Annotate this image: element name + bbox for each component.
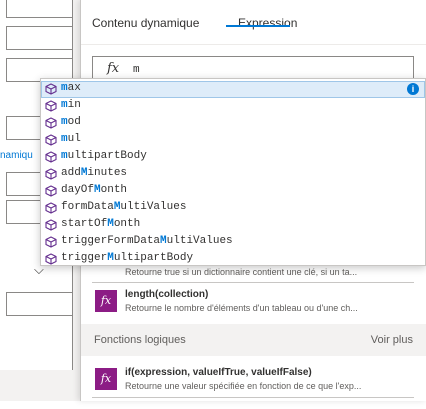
autocomplete-item[interactable]: addMinutes [41,166,425,183]
autocomplete-item[interactable]: triggerFormDataMultiValues [41,234,425,251]
function-item-if[interactable]: fx if(expression, valueIfTrue, valueIfFa… [92,363,414,409]
background-field[interactable] [6,292,72,316]
function-description: Retourne true si un dictionnaire contien… [125,267,358,277]
autocomplete-item[interactable]: mod [41,115,425,132]
autocomplete-label: multipartBody [61,150,147,162]
expression-input[interactable] [133,61,393,79]
autocomplete-label: mod [61,116,81,128]
section-header-logical: Fonctions logiques Voir plus [81,324,426,356]
active-tab-indicator [226,25,290,27]
method-cube-icon [45,151,57,163]
autocomplete-label: formDataMultiValues [61,201,187,213]
dynamic-content-link[interactable]: namiqu [0,150,33,161]
divider [92,397,414,398]
see-more-link[interactable]: Voir plus [371,334,413,346]
autocomplete-item[interactable]: triggerMultipartBody [41,251,425,268]
tab-expression[interactable]: Expression [238,16,297,30]
function-signature: length(collection) [125,289,209,300]
method-cube-icon [45,253,57,265]
autocomplete-label: mul [61,133,81,145]
autocomplete-item[interactable]: dayOfMonth [41,183,425,200]
method-cube-icon [45,236,57,248]
function-description: Retourne une valeur spécifiée en fonctio… [125,381,362,391]
method-cube-icon [45,185,57,197]
divider [92,282,414,283]
method-cube-icon [45,219,57,231]
autocomplete-label: min [61,99,81,111]
method-cube-icon [45,83,57,95]
autocomplete-label: max [61,82,81,94]
function-icon: fx [95,368,117,390]
autocomplete-label: addMinutes [61,167,128,179]
background-field[interactable] [6,0,72,18]
function-description: Retourne le nombre d'éléments d'un table… [125,303,358,313]
autocomplete-popup: max i min mod mul multipartBody addMinutes dayO… [40,78,426,266]
fx-icon: fx [107,61,120,76]
method-cube-icon [45,117,57,129]
method-cube-icon [45,202,57,214]
autocomplete-label: startOfMonth [61,218,141,230]
autocomplete-label: triggerMultipartBody [61,252,194,264]
autocomplete-item[interactable]: multipartBody [41,149,425,166]
autocomplete-item[interactable]: formDataMultiValues [41,200,425,217]
autocomplete-item[interactable]: startOfMonth [41,217,425,234]
tab-dynamic-content[interactable]: Contenu dynamique [92,16,199,30]
method-cube-icon [45,168,57,180]
function-signature: if(expression, valueIfTrue, valueIfFalse… [125,367,312,378]
autocomplete-label: dayOfMonth [61,184,128,196]
section-title: Fonctions logiques [94,334,186,346]
tabs-divider [81,44,426,45]
background-field[interactable] [6,26,72,50]
autocomplete-item[interactable]: max i [41,81,425,98]
autocomplete-label: triggerFormDataMultiValues [61,235,233,247]
function-icon: fx [95,290,117,312]
method-cube-icon [45,100,57,112]
info-icon[interactable]: i [407,83,419,95]
method-cube-icon [45,134,57,146]
autocomplete-item[interactable]: mul [41,132,425,149]
autocomplete-item[interactable]: min [41,98,425,115]
